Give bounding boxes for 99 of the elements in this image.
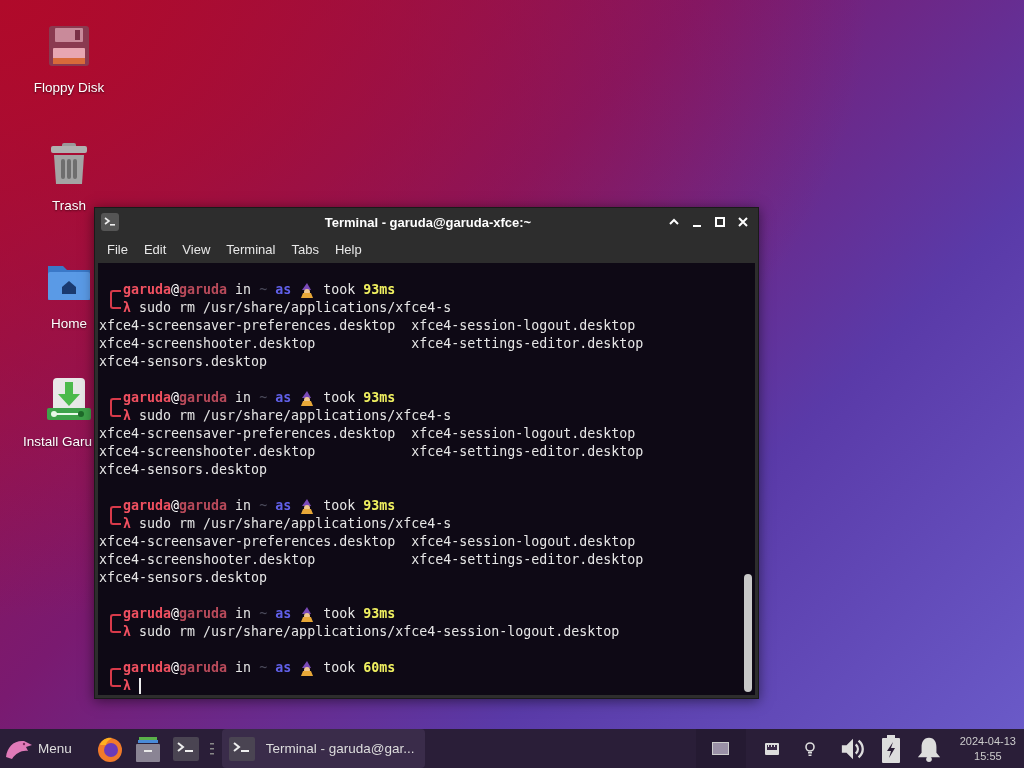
prompt-at: @ <box>171 659 180 677</box>
prompt-at: @ <box>171 605 180 623</box>
prompt-word: took <box>323 659 356 677</box>
prompt-dir: ~ <box>259 281 268 299</box>
prompt-user: garuda <box>123 389 172 407</box>
prompt-word: took <box>323 497 356 515</box>
prompt-at: @ <box>171 389 180 407</box>
prompt-duration: 60ms <box>363 659 396 677</box>
desktop-icon-label[interactable]: Home <box>51 316 87 331</box>
prompt-host: garuda <box>179 605 228 623</box>
file-cabinet-icon[interactable] <box>133 734 162 763</box>
prompt-lambda: λ <box>123 299 131 317</box>
clock-time[interactable]: 15:55 <box>974 748 1002 764</box>
output-filename: xfce4-sensors.desktop <box>99 461 269 479</box>
command-text: sudo rm /usr/share/applications/xfce4-s <box>139 407 452 425</box>
prompt-word: in <box>235 605 252 623</box>
prompt-duration: 93ms <box>363 497 396 515</box>
output-filename: xfce4-settings-editor.desktop <box>411 443 645 461</box>
prompt-dir: ~ <box>259 497 268 515</box>
output-filename: xfce4-session-logout.desktop <box>411 317 637 335</box>
prompt-duration: 93ms <box>363 281 396 299</box>
prompt-word: as <box>275 497 292 515</box>
prompt-word: in <box>235 497 252 515</box>
menu-item[interactable]: Help <box>328 242 368 257</box>
terminal-icon[interactable] <box>171 734 200 763</box>
prompt-word: as <box>275 389 292 407</box>
menu-item[interactable]: Tabs <box>285 242 325 257</box>
prompt-dir: ~ <box>259 605 268 623</box>
prompt-user: garuda <box>123 281 172 299</box>
menu-button[interactable]: Menu <box>0 729 76 768</box>
output-filename: xfce4-session-logout.desktop <box>411 533 637 551</box>
prompt-host: garuda <box>179 281 228 299</box>
command-text: sudo rm /usr/share/applications/xfce4-s <box>139 299 452 317</box>
prompt-lambda: λ <box>123 623 131 641</box>
wizard-icon <box>299 282 316 298</box>
prompt-lambda: λ <box>123 515 131 533</box>
prompt-word: as <box>275 605 292 623</box>
menu-item[interactable]: File <box>101 242 134 257</box>
output-filename: xfce4-screenshooter.desktop <box>99 335 317 353</box>
menu-item[interactable]: Edit <box>137 242 173 257</box>
prompt-user: garuda <box>123 605 172 623</box>
prompt-bracket <box>110 506 121 525</box>
desktop-icon-label[interactable]: Trash <box>52 198 86 213</box>
output-filename: xfce4-screenshooter.desktop <box>99 443 317 461</box>
prompt-user: garuda <box>123 659 172 677</box>
maximize-button[interactable] <box>713 215 727 229</box>
prompt-host: garuda <box>179 497 228 515</box>
output-filename: xfce4-sensors.desktop <box>99 569 269 587</box>
prompt-bracket <box>110 668 121 687</box>
prompt-word: in <box>235 281 252 299</box>
command-text: sudo rm /usr/share/applications/xfce4-session-logout.desktop <box>139 623 620 641</box>
prompt-user: garuda <box>123 497 172 515</box>
desktop-icon-label[interactable]: Floppy Disk <box>33 80 105 95</box>
window-title: Terminal - garuda@garuda-xfce:~ <box>323 214 533 230</box>
output-filename: xfce4-settings-editor.desktop <box>411 335 645 353</box>
output-filename: xfce4-settings-editor.desktop <box>411 551 645 569</box>
prompt-at: @ <box>171 497 180 515</box>
wizard-icon <box>299 498 316 514</box>
menu-item[interactable]: View <box>176 242 217 257</box>
prompt-host: garuda <box>179 389 228 407</box>
output-filename: xfce4-session-logout.desktop <box>411 425 637 443</box>
prompt-dir: ~ <box>259 389 268 407</box>
prompt-word: as <box>275 659 292 677</box>
desktop-icon-label[interactable]: Install Garu <box>23 434 93 449</box>
prompt-dir: ~ <box>259 659 268 677</box>
prompt-at: @ <box>171 281 180 299</box>
prompt-duration: 93ms <box>363 605 396 623</box>
prompt-word: took <box>323 605 356 623</box>
prompt-bracket <box>110 398 121 417</box>
task-button[interactable]: Terminal - garuda@gar... <box>221 729 425 768</box>
prompt-lambda: λ <box>123 407 131 425</box>
output-filename: xfce4-screensaver-preferences.desktop <box>99 317 397 335</box>
prompt-word: as <box>275 281 292 299</box>
prompt-duration: 93ms <box>363 389 396 407</box>
terminal-icon <box>101 213 119 231</box>
prompt-host: garuda <box>179 659 228 677</box>
network-icon[interactable] <box>763 740 780 757</box>
prompt-bracket <box>110 614 121 633</box>
output-filename: xfce4-screensaver-preferences.desktop <box>99 425 397 443</box>
prompt-bracket <box>110 290 121 309</box>
wizard-icon <box>299 390 316 406</box>
menu-item[interactable]: Terminal <box>220 242 282 257</box>
wizard-icon <box>299 660 316 676</box>
prompt-word: in <box>235 389 252 407</box>
output-filename: xfce4-screenshooter.desktop <box>99 551 317 569</box>
terminal-icon <box>227 734 256 763</box>
prompt-word: took <box>323 281 356 299</box>
scrollbar-thumb[interactable] <box>744 574 752 692</box>
wizard-icon <box>299 606 316 622</box>
prompt-word: in <box>235 659 252 677</box>
command-text: sudo rm /usr/share/applications/xfce4-s <box>139 515 452 533</box>
prompt-lambda: λ <box>123 677 131 695</box>
clock-date[interactable]: 2024-04-13 <box>959 733 1016 749</box>
close-button[interactable] <box>736 215 750 229</box>
output-filename: xfce4-sensors.desktop <box>99 353 269 371</box>
prompt-word: took <box>323 389 356 407</box>
workspace-switcher[interactable] <box>712 742 730 755</box>
output-filename: xfce4-screensaver-preferences.desktop <box>99 533 397 551</box>
drag-handle-icon[interactable] <box>209 742 214 755</box>
